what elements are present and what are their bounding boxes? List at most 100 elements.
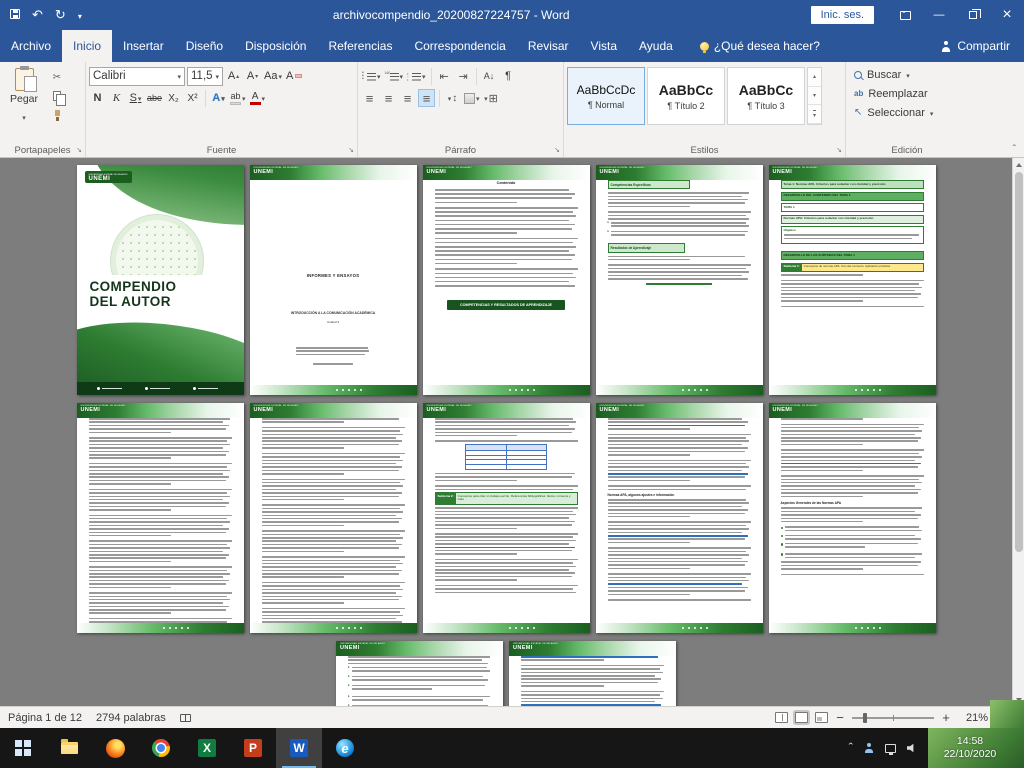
clipboard-dialog-launcher[interactable] — [74, 147, 82, 155]
align-right-button[interactable] — [399, 89, 416, 107]
underline-button[interactable]: S — [127, 89, 144, 107]
numbering-button[interactable] — [384, 67, 405, 85]
tab-referencias[interactable]: Referencias — [317, 30, 403, 62]
web-layout-button[interactable] — [815, 712, 828, 723]
zoom-in-button[interactable]: + — [941, 710, 951, 725]
document-page-4[interactable]: UNIVERSIDAD ESTATAL DE MILAGRO UNEMI Com… — [596, 165, 763, 395]
increase-indent-button[interactable] — [455, 67, 472, 85]
document-page-2[interactable]: UNIVERSIDAD ESTATAL DE MILAGRO UNEMI INF… — [250, 165, 417, 395]
ribbon-display-options-button[interactable] — [888, 0, 922, 30]
customize-quick-access-button[interactable] — [78, 8, 82, 22]
taskbar-powerpoint[interactable] — [230, 728, 276, 768]
tab-insertar[interactable]: Insertar — [112, 30, 175, 62]
tab-archivo[interactable]: Archivo — [0, 30, 62, 62]
document-page-3[interactable]: UNIVERSIDAD ESTATAL DE MILAGRO UNEMI Con… — [423, 165, 590, 395]
scrollbar-thumb[interactable] — [1015, 172, 1023, 552]
share-button[interactable]: Compartir — [927, 30, 1024, 62]
decrease-indent-button[interactable] — [436, 67, 453, 85]
text-effects-button[interactable]: A — [210, 89, 227, 107]
multilevel-list-button[interactable] — [406, 67, 427, 85]
taskbar-chrome[interactable] — [138, 728, 184, 768]
strikethrough-button[interactable]: abe — [146, 89, 163, 107]
word-count[interactable]: 2794 palabras — [96, 712, 166, 724]
page-indicator[interactable]: Página 1 de 12 — [8, 712, 82, 724]
tab-inicio[interactable]: Inicio — [62, 30, 112, 62]
document-page-1[interactable]: UNIVERSIDAD ESTATAL DE MILAGRO UNEMI COM… — [77, 165, 244, 395]
style-titulo-2[interactable]: AaBbCc ¶ Título 2 — [647, 67, 725, 125]
minimize-button[interactable] — [922, 0, 956, 30]
document-page-6[interactable]: UNIVERSIDAD ESTATAL DE MILAGRO UNEMI — [77, 403, 244, 633]
zoom-out-button[interactable]: − — [835, 710, 845, 725]
align-center-button[interactable] — [380, 89, 397, 107]
bullets-button[interactable] — [361, 67, 382, 85]
subscript-button[interactable]: X₂ — [165, 89, 182, 107]
styles-gallery-expand-button[interactable] — [808, 105, 821, 124]
tray-people-icon[interactable] — [864, 743, 874, 753]
taskbar-excel[interactable] — [184, 728, 230, 768]
paragraph-dialog-launcher[interactable] — [552, 147, 560, 155]
tell-me-box[interactable]: ¿Qué desea hacer? — [700, 30, 820, 62]
show-paragraph-marks-button[interactable]: ¶ — [500, 67, 517, 85]
line-spacing-button[interactable] — [444, 89, 461, 107]
borders-button[interactable] — [483, 89, 500, 107]
shading-button[interactable] — [463, 89, 481, 107]
collapse-ribbon-button[interactable] — [1013, 144, 1016, 155]
start-button[interactable] — [0, 728, 46, 768]
restore-button[interactable] — [956, 0, 990, 30]
redo-button[interactable] — [55, 7, 66, 23]
taskbar-word[interactable] — [276, 728, 322, 768]
find-button[interactable]: Buscar — [854, 65, 965, 84]
tray-expand-chevron-icon[interactable] — [849, 739, 853, 757]
shrink-font-button[interactable]: A — [244, 67, 261, 85]
font-dialog-launcher[interactable] — [346, 147, 354, 155]
grow-font-button[interactable]: A — [225, 67, 242, 85]
justify-button[interactable] — [418, 89, 435, 107]
tab-revisar[interactable]: Revisar — [517, 30, 580, 62]
vertical-scrollbar[interactable] — [1012, 158, 1024, 706]
document-page-9[interactable]: UNIVERSIDAD ESTATAL DE MILAGRO UNEMI Nor… — [596, 403, 763, 633]
document-page-5[interactable]: UNIVERSIDAD ESTATAL DE MILAGRO UNEMI Tem… — [769, 165, 936, 395]
document-page-7[interactable]: UNIVERSIDAD ESTATAL DE MILAGRO UNEMI — [250, 403, 417, 633]
print-layout-button[interactable] — [795, 712, 808, 723]
clear-formatting-button[interactable]: A — [285, 67, 303, 85]
zoom-slider[interactable] — [852, 717, 934, 719]
document-page-11[interactable]: UNIVERSIDAD ESTATAL DE MILAGRO UNEMI — [336, 641, 503, 706]
style-titulo-3[interactable]: AaBbCc ¶ Título 3 — [727, 67, 805, 125]
document-page-12[interactable]: UNIVERSIDAD ESTATAL DE MILAGRO UNEMI — [509, 641, 676, 706]
zoom-slider-thumb[interactable] — [863, 713, 867, 723]
taskbar-edge[interactable] — [322, 728, 368, 768]
tray-volume-icon[interactable] — [907, 743, 918, 753]
zoom-level[interactable]: 21% — [958, 712, 988, 724]
paste-button[interactable]: Pegar — [3, 65, 45, 142]
save-button[interactable] — [10, 8, 20, 22]
styles-scroll-up-button[interactable] — [808, 68, 821, 87]
read-mode-button[interactable] — [775, 712, 788, 723]
sort-button[interactable]: A↓ — [481, 67, 498, 85]
tab-diseno[interactable]: Diseño — [175, 30, 234, 62]
superscript-button[interactable]: X² — [184, 89, 201, 107]
document-page-8[interactable]: UNIVERSIDAD ESTATAL DE MILAGRO UNEMI — [423, 403, 590, 633]
style-normal[interactable]: AaBbCcDc ¶ Normal — [567, 67, 645, 125]
document-page-10[interactable]: UNIVERSIDAD ESTATAL DE MILAGRO UNEMI Asp… — [769, 403, 936, 633]
tray-display-icon[interactable] — [885, 744, 896, 753]
styles-scroll-down-button[interactable] — [808, 87, 821, 106]
font-color-button[interactable]: A — [249, 89, 267, 107]
copy-button[interactable] — [48, 88, 66, 104]
italic-button[interactable]: K — [108, 89, 125, 107]
bold-button[interactable]: N — [89, 89, 106, 107]
proofing-status[interactable] — [180, 714, 191, 722]
font-size-select[interactable]: 11,5 — [187, 67, 223, 86]
highlight-color-button[interactable]: ab — [229, 89, 247, 107]
tab-disposicion[interactable]: Disposición — [234, 30, 317, 62]
tab-vista[interactable]: Vista — [580, 30, 628, 62]
change-case-button[interactable]: Aa — [263, 67, 283, 85]
undo-button[interactable] — [32, 7, 43, 23]
tab-ayuda[interactable]: Ayuda — [628, 30, 684, 62]
taskbar-firefox[interactable] — [92, 728, 138, 768]
sign-in-button[interactable]: Inic. ses. — [811, 6, 874, 24]
scroll-up-arrow[interactable] — [1013, 158, 1024, 171]
taskbar-file-explorer[interactable] — [46, 728, 92, 768]
font-name-select[interactable]: Calibri — [89, 67, 185, 86]
taskbar-clock[interactable]: 14:58 22/10/2020 — [944, 735, 997, 761]
close-button[interactable] — [990, 0, 1024, 30]
